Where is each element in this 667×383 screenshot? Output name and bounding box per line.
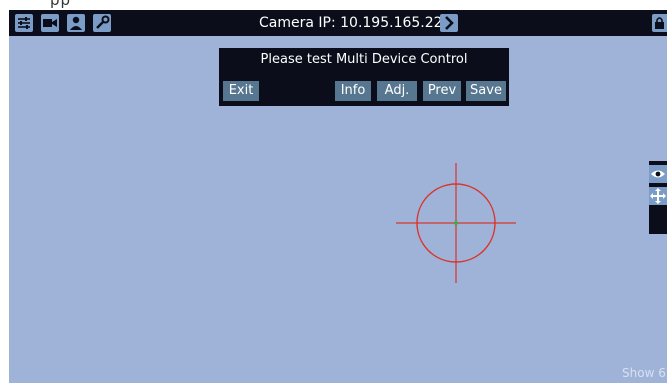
right-side-panel (649, 161, 667, 234)
chevron-right-icon[interactable] (440, 14, 458, 32)
prev-button[interactable]: Prev (423, 81, 461, 101)
dialog-message: Please test Multi Device Control (260, 52, 468, 67)
move-icon[interactable] (649, 187, 667, 205)
save-button[interactable]: Save (466, 81, 506, 101)
video-camera-icon[interactable] (41, 14, 59, 32)
crosshair-center-dot (454, 221, 458, 225)
wrench-icon[interactable] (93, 14, 111, 32)
adjust-button[interactable]: Adj. (377, 81, 417, 101)
window-left-edge (0, 10, 9, 383)
sliders-icon[interactable] (15, 14, 33, 32)
show-label[interactable]: Show 6 (622, 366, 666, 380)
crosshair[interactable] (396, 163, 516, 283)
top-toolbar: Camera IP: 10.195.165.22 (9, 10, 667, 36)
window-title: pp (50, 0, 72, 9)
camera-ip-label: Camera IP: 10.195.165.22 (259, 15, 443, 31)
calibration-dialog: Please test Multi Device Control Exit In… (219, 48, 509, 106)
camera-viewport[interactable]: Camera IP: 10.195.165.22 Please test Mul… (9, 10, 667, 383)
info-button[interactable]: Info (335, 81, 371, 101)
eye-icon[interactable] (649, 165, 667, 183)
window-title-strip: pp (0, 0, 667, 10)
exit-button[interactable]: Exit (223, 81, 259, 101)
user-icon[interactable] (67, 14, 85, 32)
lock-icon[interactable] (652, 14, 667, 32)
